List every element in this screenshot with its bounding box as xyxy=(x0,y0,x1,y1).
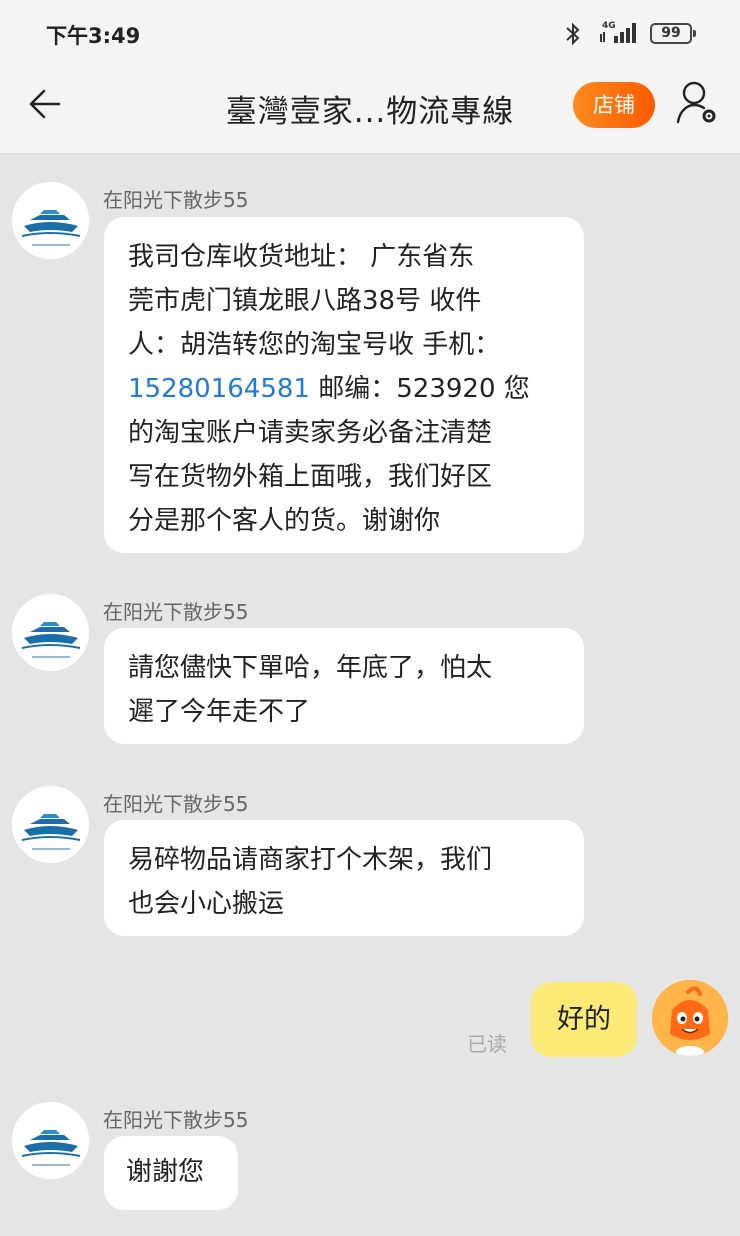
avatar[interactable] xyxy=(12,1102,89,1179)
message-line: 我司仓库收货地址： 广东省东 xyxy=(128,242,475,272)
message-bubble[interactable]: 好的 xyxy=(531,982,637,1057)
message-line: 遲了今年走不了 xyxy=(128,697,311,727)
chat-header: 臺灣壹家...物流專線 店铺 xyxy=(0,66,740,154)
phone-link[interactable]: 15280164581 xyxy=(128,374,310,404)
ship-logo-icon xyxy=(12,1102,89,1179)
message-text: 邮编：523920 您 xyxy=(309,374,530,404)
ship-logo-icon xyxy=(12,594,89,671)
message-line: 莞市虎门镇龙眼八路38号 收件 xyxy=(128,286,482,316)
message-line: 也会小心搬运 xyxy=(128,889,285,919)
avatar[interactable] xyxy=(12,182,89,259)
battery-level: 99 xyxy=(661,25,681,41)
message-line: 請您儘快下單哈，年底了，怕太 xyxy=(128,653,493,683)
sender-name: 在阳光下散步55 xyxy=(103,792,249,816)
message-line: 15280164581 邮编：523920 您 xyxy=(128,367,560,411)
message-line: 写在货物外箱上面哦，我们好区 xyxy=(128,462,493,492)
message-line: 分是那个客人的货。谢谢你 xyxy=(128,506,441,536)
sender-name: 在阳光下散步55 xyxy=(103,600,249,624)
status-bar: 下午3:49 4G 99 xyxy=(0,0,740,66)
message-line: 谢謝您 xyxy=(126,1157,205,1187)
battery-indicator: 99 xyxy=(650,23,696,44)
user-settings-icon[interactable] xyxy=(676,80,720,126)
mascot-avatar-icon xyxy=(652,980,728,1056)
back-arrow-icon[interactable] xyxy=(26,86,62,122)
svg-text:4G: 4G xyxy=(602,21,616,31)
read-status: 已读 xyxy=(467,1032,507,1056)
message-line: 人：胡浩转您的淘宝号收 手机： xyxy=(128,330,501,360)
shop-button[interactable]: 店铺 xyxy=(573,82,655,128)
message-bubble[interactable]: 請您儘快下單哈，年底了，怕太 遲了今年走不了 xyxy=(104,628,584,744)
sender-name: 在阳光下散步55 xyxy=(103,188,249,212)
message-line: 的淘宝账户请卖家务必备注清楚 xyxy=(128,418,493,448)
avatar[interactable] xyxy=(652,980,728,1056)
message-bubble[interactable]: 我司仓库收货地址： 广东省东 莞市虎门镇龙眼八路38号 收件 人：胡浩转您的淘宝… xyxy=(104,217,584,553)
ship-logo-icon xyxy=(12,786,89,863)
ship-logo-icon xyxy=(12,182,89,259)
message-line: 易碎物品请商家打个木架，我们 xyxy=(128,845,493,875)
signal-icon: 4G xyxy=(600,21,636,43)
avatar[interactable] xyxy=(12,786,89,863)
bluetooth-icon xyxy=(566,22,580,46)
message-bubble[interactable]: 易碎物品请商家打个木架，我们 也会小心搬运 xyxy=(104,820,584,936)
message-bubble[interactable]: 谢謝您 xyxy=(104,1136,238,1210)
chat-title: 臺灣壹家...物流專線 xyxy=(225,94,515,130)
status-time: 下午3:49 xyxy=(46,24,141,48)
avatar[interactable] xyxy=(12,594,89,671)
sender-name: 在阳光下散步55 xyxy=(103,1108,249,1132)
